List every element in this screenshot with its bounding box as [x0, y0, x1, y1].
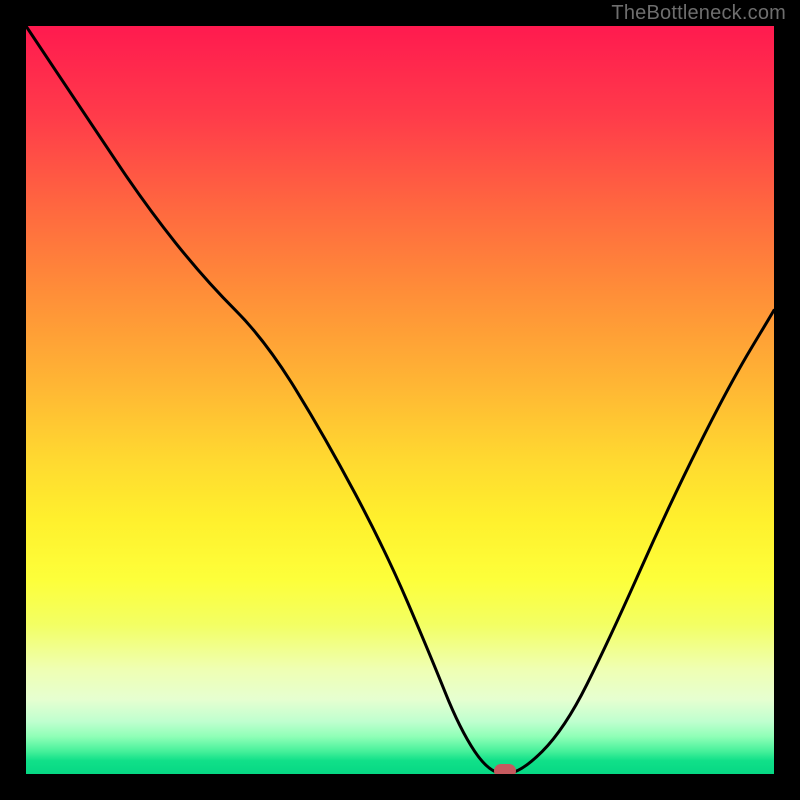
- plot-area: [26, 26, 774, 774]
- chart-frame: TheBottleneck.com: [0, 0, 800, 800]
- optimal-point-marker: [494, 764, 516, 774]
- bottleneck-curve: [26, 26, 774, 774]
- watermark-text: TheBottleneck.com: [611, 2, 786, 25]
